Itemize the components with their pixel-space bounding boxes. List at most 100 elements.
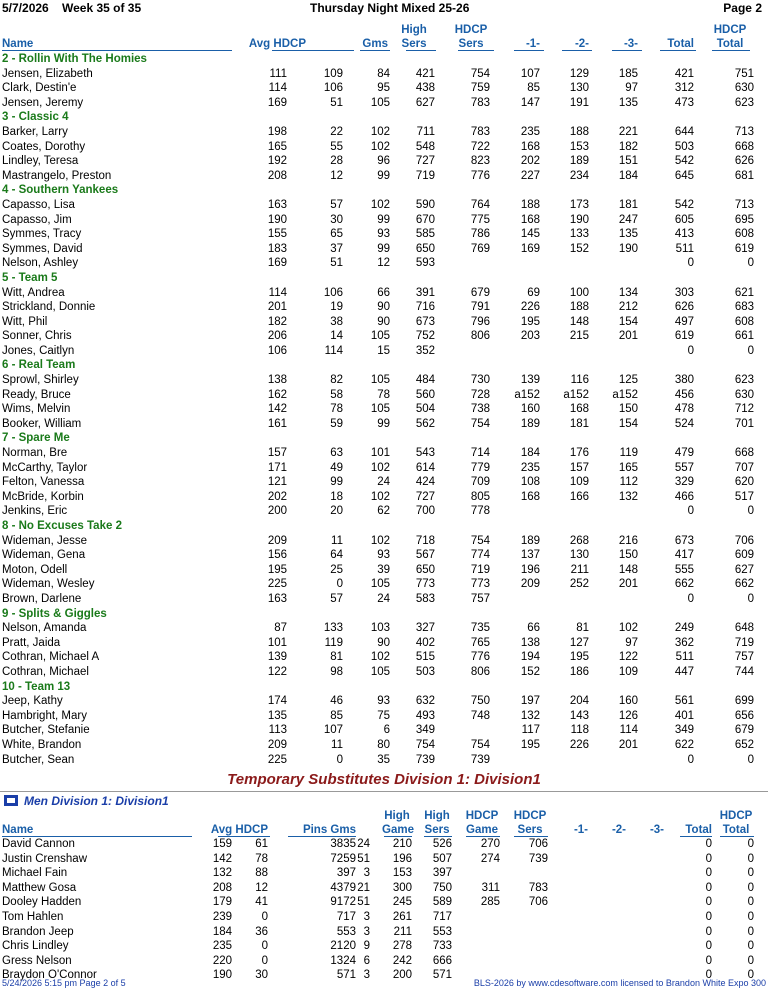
underline-gms <box>360 50 390 51</box>
bowler-high-sers: 503 <box>415 665 435 678</box>
bowler-game3: 221 <box>618 125 638 138</box>
bowler-row: Strickland, Donnie 201 19 90 716 791 226 188 212… <box>0 300 768 315</box>
bowler-avg: 111 <box>269 67 287 80</box>
bowler-game3: a152 <box>612 388 638 401</box>
bowler-row: Wideman, Gena 156 64 93 567 774 137 130 150 417 60… <box>0 548 768 563</box>
sub-name: Gress Nelson <box>2 954 72 967</box>
bowler-high-sers: 700 <box>415 505 435 518</box>
bowler-game3: 112 <box>619 476 638 489</box>
bowler-name: Brown, Darlene <box>2 592 82 605</box>
report-header: 5/7/2026 Week 35 of 35 Thursday Night Mi… <box>0 0 768 16</box>
bowler-hdcp: 14 <box>330 330 343 343</box>
team-header: 10 - Team 13 <box>0 680 768 695</box>
bowler-row: Nelson, Amanda 87 133 103 327 735 66 81 102 249 64… <box>0 621 768 636</box>
bowler-gms: 102 <box>370 461 390 474</box>
bowler-row: Sprowl, Shirley 138 82 105 484 730 139 116 125 38… <box>0 373 768 388</box>
bowler-hdcp-sers: 805 <box>470 490 490 503</box>
bowler-total: 557 <box>674 461 694 474</box>
bowler-avg: 114 <box>268 82 287 95</box>
bowler-total: 0 <box>687 344 694 357</box>
bowler-game3: 160 <box>618 695 638 708</box>
sub-avg: 179 <box>212 896 232 909</box>
bowler-name: Symmes, Tracy <box>2 228 82 241</box>
bowler-game2: 226 <box>569 738 589 751</box>
bowler-game2: 118 <box>570 724 589 737</box>
bowler-gms: 99 <box>377 242 390 255</box>
bowler-high-sers: 583 <box>415 592 435 605</box>
sub-pins: 4379 <box>330 881 356 894</box>
bowler-total: 421 <box>674 67 694 80</box>
bowler-hdcp-total: 668 <box>734 447 754 460</box>
bowler-total: 645 <box>674 169 694 182</box>
bowler-name: Ready, Bruce <box>2 388 71 401</box>
bowler-game3: 102 <box>618 622 638 635</box>
bowler-game2: a152 <box>563 388 589 401</box>
bowler-game3: 184 <box>618 169 638 182</box>
bowler-row: Jensen, Elizabeth 111 109 84 421 754 107 129 185… <box>0 67 768 82</box>
bowler-gms: 93 <box>377 549 390 562</box>
bowler-avg: 163 <box>267 592 287 605</box>
bowler-high-sers: 670 <box>415 213 435 226</box>
bowler-hdcp: 22 <box>330 125 343 138</box>
bowler-game1: 195 <box>520 315 540 328</box>
bowler-avg: 121 <box>267 476 287 489</box>
bowler-game2: 204 <box>569 695 589 708</box>
bowler-name: Sonner, Chris <box>2 330 72 343</box>
bowler-hdcp: 30 <box>330 213 343 226</box>
bowler-name: Nelson, Ashley <box>2 257 79 270</box>
substitute-row: Matthew Gosa 208 12 4379 21 300 750 311 783 0 0 <box>0 881 768 896</box>
sub-pins: 553 <box>336 925 356 938</box>
bowler-hdcp-sers: 714 <box>470 447 490 460</box>
bowler-avg: 142 <box>267 403 287 416</box>
bowler-total: 413 <box>674 228 694 241</box>
bowler-gms: 102 <box>370 125 390 138</box>
bowler-avg: 225 <box>267 578 287 591</box>
bowler-name: Capasso, Lisa <box>2 198 75 211</box>
sub-hdcp: 0 <box>261 940 268 953</box>
bowler-game3: 125 <box>618 374 638 387</box>
bowler-game3: 216 <box>618 534 638 547</box>
bowler-gms: 39 <box>377 563 390 576</box>
sub-avg: 184 <box>212 925 232 938</box>
bowler-hdcp-sers: 806 <box>470 330 490 343</box>
bowler-hdcp-sers: 796 <box>470 315 490 328</box>
bowler-hdcp-sers: 750 <box>470 695 490 708</box>
sub-pins: 2120 <box>330 940 356 953</box>
bowler-avg: 114 <box>268 286 287 299</box>
bowler-game2: 188 <box>569 125 589 138</box>
bowler-total: 303 <box>674 286 694 299</box>
bowler-total: 662 <box>674 578 694 591</box>
bowler-hdcp-total: 706 <box>734 534 754 547</box>
sub-high-sers: 717 <box>432 910 452 923</box>
bowler-game1: 235 <box>520 461 540 474</box>
sub-hdcp-total: 0 <box>747 925 754 938</box>
bowler-hdcp-sers: 754 <box>470 534 490 547</box>
substitute-row: Chris Lindley 235 0 2120 9 278 733 0 0 <box>0 939 768 954</box>
bowler-hdcp-sers: 783 <box>470 96 490 109</box>
bowler-gms: 105 <box>370 374 390 387</box>
bowler-hdcp-sers: 754 <box>470 738 490 751</box>
bowler-game1: 66 <box>527 622 540 635</box>
bowler-game1: 196 <box>520 563 540 576</box>
bowler-game3: 150 <box>618 403 638 416</box>
bowler-hdcp-total: 630 <box>734 388 754 401</box>
subs-division-header: Men Division 1: Division1 <box>0 794 169 808</box>
bowler-game3: 109 <box>618 665 638 678</box>
sub-total: 0 <box>705 896 712 909</box>
bowler-name: Witt, Phil <box>2 315 48 328</box>
team-header: 8 - No Excuses Take 2 <box>0 519 768 534</box>
bowler-avg: 155 <box>267 228 287 241</box>
bowler-hdcp: 11 <box>331 534 343 547</box>
bowler-avg: 209 <box>267 534 287 547</box>
sub-pins: 717 <box>336 910 356 923</box>
bowler-row: Barker, Larry 198 22 102 711 783 235 188 221 644 7… <box>0 125 768 140</box>
bowler-game3: 134 <box>618 286 638 299</box>
bowler-high-sers: 515 <box>415 651 435 664</box>
bowler-game3: 148 <box>618 563 638 576</box>
sub-avg: 132 <box>212 867 232 880</box>
bowler-high-sers: 754 <box>415 738 435 751</box>
bowler-hdcp: 57 <box>330 198 343 211</box>
bowler-hdcp-total: 608 <box>734 315 754 328</box>
bowler-gms: 93 <box>377 695 390 708</box>
bowler-total: 619 <box>674 330 694 343</box>
